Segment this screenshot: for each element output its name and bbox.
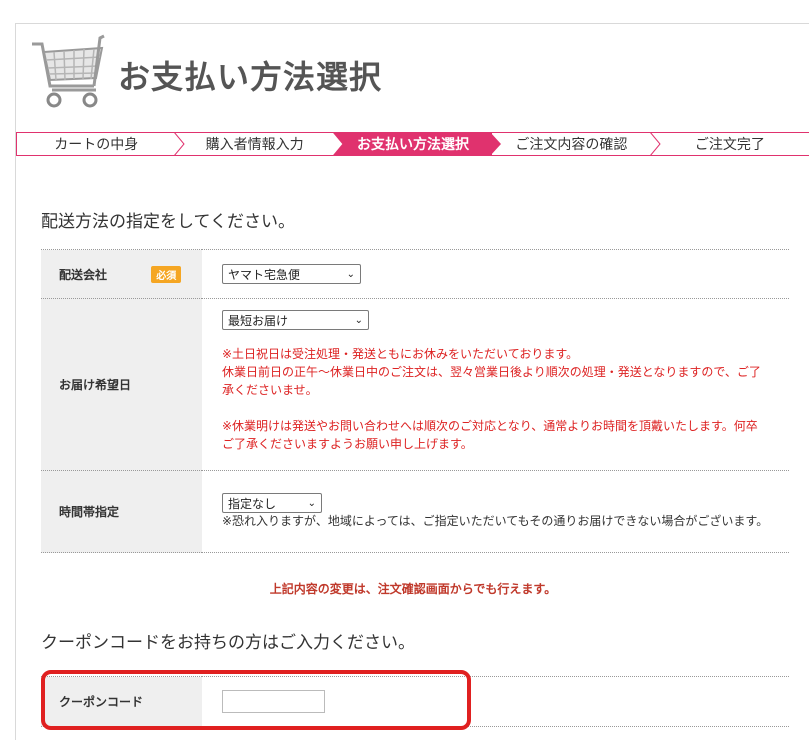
step-buyer-info: 購入者情報入力 xyxy=(175,132,344,156)
step-complete: ご注文完了 xyxy=(651,133,809,155)
step-payment: お支払い方法選択 xyxy=(333,132,502,156)
change-note: 上記内容の変更は、注文確認画面からでも行えます。 xyxy=(269,582,557,596)
step-confirm: ご注文内容の確認 xyxy=(492,132,661,156)
chevron-right-icon xyxy=(490,132,502,156)
date-note-2: 休業日前日の正午～休業日中のご注文は、翌々営業日後より順次の処理・発送となります… xyxy=(222,365,761,397)
coupon-highlight-box xyxy=(41,670,471,730)
carrier-label-cell: 配送会社 必須 xyxy=(41,249,202,299)
step-label: お支払い方法選択 xyxy=(357,137,470,153)
shopping-cart-icon xyxy=(32,34,105,108)
chevron-right-icon xyxy=(174,132,186,156)
date-selected: 最短お届け xyxy=(228,313,289,328)
step-cart: カートの中身 xyxy=(17,132,186,156)
chevron-down-icon: ⌄ xyxy=(307,497,316,509)
step-label: ご注文内容の確認 xyxy=(515,137,628,153)
chevron-right-icon xyxy=(332,132,344,156)
carrier-selected: ヤマト宅急便 xyxy=(228,267,301,282)
time-label-cell: 時間帯指定 xyxy=(41,470,202,553)
time-row: 時間帯指定 指定なし ⌄ ※恐れ入りますが、地域によっては、ご指定いただいてもそ… xyxy=(41,470,789,553)
carrier-value-cell: ヤマト宅急便 ⌄ xyxy=(202,249,789,299)
carrier-row: 配送会社 必須 ヤマト宅急便 ⌄ xyxy=(41,249,789,299)
step-label: ご注文完了 xyxy=(694,137,765,153)
page: お支払い方法選択 カートの中身 購入者情報入力 お支払い方法選択 ご注文内容の確… xyxy=(15,23,809,740)
delivery-section-title: 配送方法の指定をしてください。 xyxy=(41,212,295,232)
chevron-down-icon: ⌄ xyxy=(354,314,363,326)
chevron-down-icon: ⌄ xyxy=(346,268,355,280)
delivery-form: 配送会社 必須 ヤマト宅急便 ⌄ お届け希望日 最短お届け ⌄ ※土日祝日は受注… xyxy=(41,249,789,553)
page-title: お支払い方法選択 xyxy=(118,58,383,96)
time-selected: 指定なし xyxy=(228,496,277,511)
chevron-right-icon xyxy=(649,132,661,156)
date-row: お届け希望日 最短お届け ⌄ ※土日祝日は受注処理・発送ともにお休みをいただいて… xyxy=(41,298,789,471)
time-select[interactable]: 指定なし ⌄ xyxy=(222,493,322,513)
time-value-cell: 指定なし ⌄ ※恐れ入りますが、地域によっては、ご指定いただいてもその通りお届け… xyxy=(202,470,789,553)
time-label: 時間帯指定 xyxy=(59,505,120,519)
step-label: カートの中身 xyxy=(54,137,139,153)
date-note-3: ※休業明けは発送やお問い合わせへは順次のご対応となり、通常よりお時間を頂戴いたし… xyxy=(222,419,758,451)
time-note: ※恐れ入りますが、地域によっては、ご指定いただいてもその通りお届けできない場合が… xyxy=(222,514,769,528)
progress-steps: カートの中身 購入者情報入力 お支払い方法選択 ご注文内容の確認 ご注文完了 xyxy=(16,132,809,156)
carrier-select[interactable]: ヤマト宅急便 ⌄ xyxy=(222,264,361,284)
carrier-label: 配送会社 xyxy=(59,267,108,282)
date-note-1: ※土日祝日は受注処理・発送ともにお休みをいただいております。 xyxy=(222,347,579,361)
coupon-section-title: クーポンコードをお持ちの方はご入力ください。 xyxy=(41,633,415,653)
required-badge: 必須 xyxy=(151,265,182,283)
page-header: お支払い方法選択 xyxy=(16,24,809,124)
step-label: 購入者情報入力 xyxy=(205,137,304,153)
date-label-cell: お届け希望日 xyxy=(41,298,202,471)
date-select[interactable]: 最短お届け ⌄ xyxy=(222,310,369,330)
date-label: お届け希望日 xyxy=(59,378,132,392)
date-value-cell: 最短お届け ⌄ ※土日祝日は受注処理・発送ともにお休みをいただいております。 休… xyxy=(202,298,789,471)
